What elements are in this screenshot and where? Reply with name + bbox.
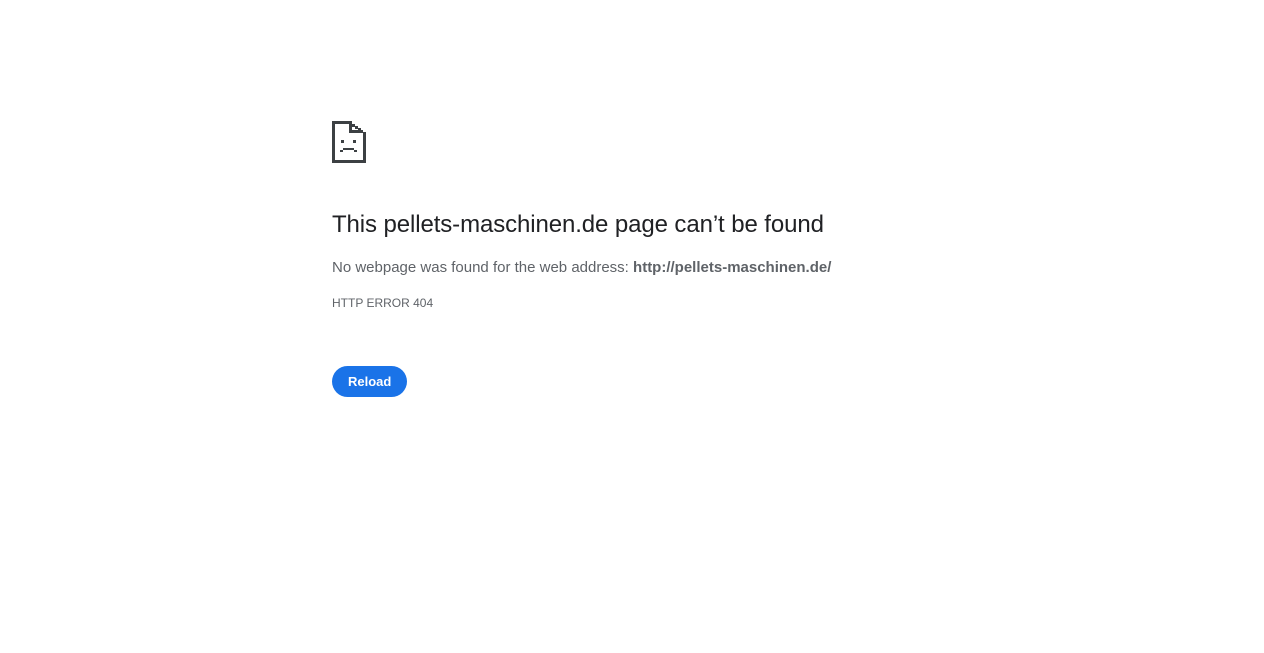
error-message: No webpage was found for the web address… — [332, 257, 831, 279]
error-url: http://pellets-maschinen.de/ — [633, 259, 832, 276]
reload-button[interactable]: Reload — [332, 366, 408, 397]
sad-document-icon — [332, 121, 366, 163]
error-message-text: No webpage was found for the web address… — [332, 259, 634, 276]
error-code: HTTP ERROR 404 — [332, 296, 434, 310]
error-page: This pellets-maschinen.de page can’t be … — [0, 0, 1264, 653]
page-title: This pellets-maschinen.de page can’t be … — [332, 211, 824, 238]
